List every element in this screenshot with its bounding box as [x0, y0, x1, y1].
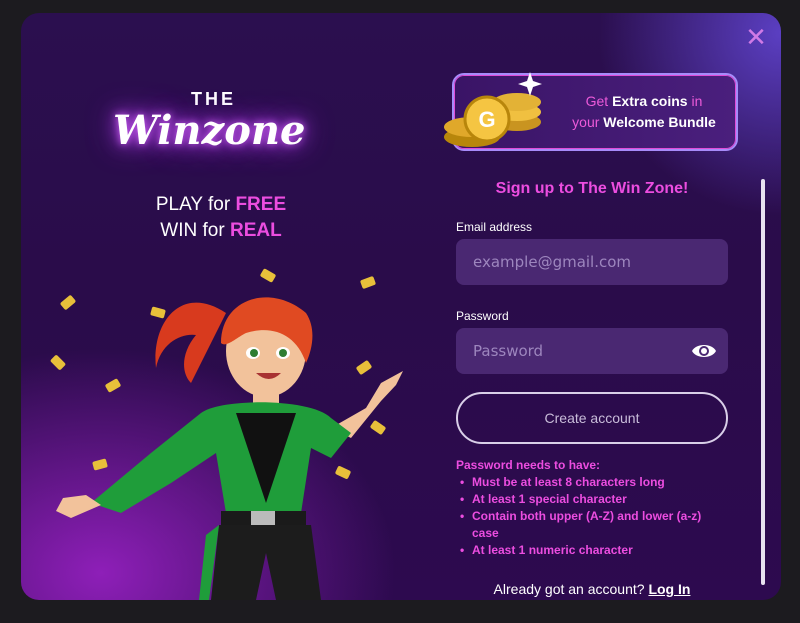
login-prompt: Already got an account? Log In	[456, 581, 728, 597]
tagline-word: PLAY	[155, 194, 203, 215]
gold-coins-icon: G	[444, 72, 542, 147]
svg-text:G: G	[478, 107, 495, 132]
tagline-word: for	[202, 220, 225, 241]
password-input[interactable]	[456, 328, 728, 374]
tagline-win-real: WIN for REAL	[121, 220, 321, 242]
welcome-bundle-text: Get Extra coins in your Welcome Bundle	[554, 91, 734, 133]
password-requirements-title: Password needs to have:	[456, 458, 601, 472]
show-password-eye-icon[interactable]	[691, 341, 717, 361]
create-account-button[interactable]: Create account	[456, 392, 728, 444]
email-input[interactable]	[456, 239, 728, 285]
email-label: Email address	[456, 220, 533, 234]
bundle-welcome-bundle: Welcome Bundle	[603, 114, 716, 130]
tagline-highlight: FREE	[235, 194, 287, 215]
welcome-bundle-banner[interactable]: G Get Extra coins in your Welcome Bundle	[444, 72, 738, 151]
bundle-in: in	[691, 93, 703, 109]
password-requirements-list: Must be at least 8 characters long At le…	[460, 474, 730, 559]
close-icon[interactable]: ✕	[745, 25, 767, 51]
login-link[interactable]: Log In	[648, 581, 690, 597]
mascot-character-illustration	[56, 297, 403, 600]
tagline-highlight: REAL	[229, 220, 282, 241]
signup-modal: ✕ THE Winzone PLAY for FREE WIN for REAL	[21, 13, 781, 600]
requirement-item: At least 1 special character	[460, 491, 730, 508]
bundle-extra-coins: Extra coins	[612, 93, 688, 109]
login-prompt-text: Already got an account?	[493, 581, 645, 597]
logo-winzone-text: Winzone	[113, 107, 306, 154]
password-label: Password	[456, 309, 509, 323]
tagline-word: WIN	[160, 220, 198, 241]
requirement-item: Contain both upper (A-Z) and lower (a-z)…	[460, 508, 730, 542]
requirement-item: At least 1 numeric character	[460, 542, 730, 559]
signup-title: Sign up to The Win Zone!	[495, 180, 689, 197]
bundle-get: Get	[585, 93, 609, 109]
form-scrollbar[interactable]	[761, 179, 765, 585]
tagline-play-free: PLAY for FREE	[121, 194, 321, 216]
tagline-word: for	[207, 194, 231, 215]
requirement-item: Must be at least 8 characters long	[460, 474, 730, 491]
bundle-your: your	[572, 114, 600, 130]
